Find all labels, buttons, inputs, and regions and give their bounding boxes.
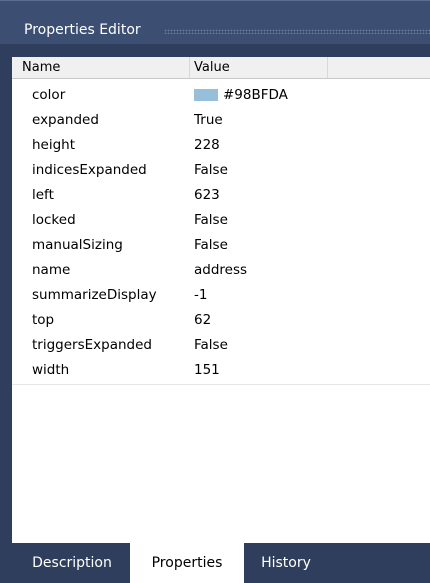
property-row-color[interactable]: color #98BFDA bbox=[12, 83, 430, 108]
column-header-value[interactable]: Value bbox=[190, 57, 328, 78]
window-title: Properties Editor bbox=[24, 22, 141, 38]
property-value[interactable]: False bbox=[194, 233, 228, 257]
property-grid: Name Value color #98BFDA expanded True h… bbox=[12, 57, 430, 543]
property-row-locked[interactable]: locked False bbox=[12, 208, 430, 233]
property-name: left bbox=[32, 187, 54, 203]
property-row-left[interactable]: left 623 bbox=[12, 183, 430, 208]
property-rows: color #98BFDA expanded True height 228 i… bbox=[12, 83, 430, 383]
property-name: expanded bbox=[32, 112, 99, 128]
property-name: color bbox=[32, 87, 66, 103]
tab-history[interactable]: History bbox=[244, 543, 328, 583]
property-row-indicesexpanded[interactable]: indicesExpanded False bbox=[12, 158, 430, 183]
tab-properties[interactable]: Properties bbox=[130, 543, 244, 583]
property-row-height[interactable]: height 228 bbox=[12, 133, 430, 158]
tab-description[interactable]: Description bbox=[14, 543, 130, 583]
property-name: triggersExpanded bbox=[32, 337, 152, 353]
title-bar[interactable]: Properties Editor bbox=[0, 0, 430, 44]
property-name: top bbox=[32, 312, 55, 328]
property-name: locked bbox=[32, 212, 76, 228]
property-value[interactable]: False bbox=[194, 208, 228, 232]
property-name: indicesExpanded bbox=[32, 162, 147, 178]
property-row-name[interactable]: name address bbox=[12, 258, 430, 283]
property-value[interactable]: 62 bbox=[194, 308, 211, 332]
property-value[interactable]: 623 bbox=[194, 183, 220, 207]
property-row-top[interactable]: top 62 bbox=[12, 308, 430, 333]
color-swatch bbox=[194, 89, 218, 101]
property-row-width[interactable]: width 151 bbox=[12, 358, 430, 383]
rows-divider bbox=[12, 384, 430, 385]
property-value[interactable]: 151 bbox=[194, 358, 220, 382]
property-row-manualsizing[interactable]: manualSizing False bbox=[12, 233, 430, 258]
grid-header: Name Value bbox=[12, 57, 430, 79]
property-name: summarizeDisplay bbox=[32, 287, 157, 303]
drag-grip[interactable] bbox=[164, 29, 430, 34]
tab-strip: Description Properties History bbox=[0, 543, 430, 583]
property-value[interactable]: False bbox=[194, 333, 228, 357]
property-value[interactable]: 228 bbox=[194, 133, 220, 157]
properties-editor-window: Properties Editor Name Value color #98BF… bbox=[0, 0, 430, 583]
property-name: manualSizing bbox=[32, 237, 123, 253]
property-value[interactable]: True bbox=[194, 108, 223, 132]
property-name: name bbox=[32, 262, 71, 278]
property-row-triggersexpanded[interactable]: triggersExpanded False bbox=[12, 333, 430, 358]
property-name: width bbox=[32, 362, 70, 378]
property-value[interactable]: address bbox=[194, 258, 247, 282]
property-value[interactable]: -1 bbox=[194, 283, 207, 307]
property-row-expanded[interactable]: expanded True bbox=[12, 108, 430, 133]
property-value[interactable]: False bbox=[194, 158, 228, 182]
property-value[interactable]: #98BFDA bbox=[223, 83, 288, 107]
column-header-name[interactable]: Name bbox=[12, 57, 190, 78]
property-name: height bbox=[32, 137, 76, 153]
property-row-summarizedisplay[interactable]: summarizeDisplay -1 bbox=[12, 283, 430, 308]
